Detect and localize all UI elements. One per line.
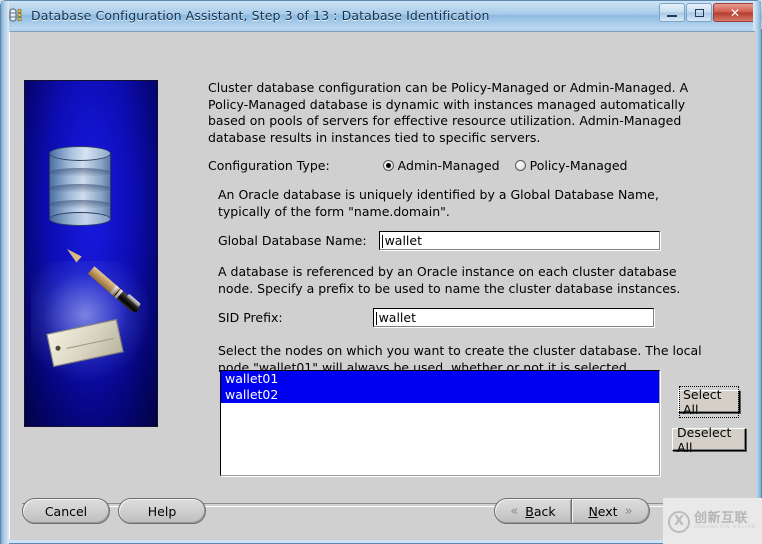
intro-paragraph: Cluster database configuration can be Po… — [208, 80, 689, 145]
list-item[interactable]: wallet01 — [221, 371, 659, 387]
minimize-icon — [667, 14, 677, 17]
application-window-screenshot: Database Configuration Assistant, Step 3… — [0, 0, 762, 544]
cylinder-top — [49, 146, 111, 161]
sid-prefix-label: SID Prefix: — [218, 310, 283, 325]
radio-admin-managed-icon[interactable] — [382, 160, 394, 171]
global-db-paragraph: An Oracle database is uniquely identifie… — [218, 187, 659, 219]
maximize-button[interactable] — [686, 3, 712, 22]
global-db-value: wallet — [384, 233, 422, 248]
window-frame-left — [1, 1, 9, 544]
select-all-button[interactable]: Select All — [678, 385, 740, 418]
global-db-label: Global Database Name: — [218, 233, 367, 248]
database-cylinder-graphic — [49, 146, 111, 226]
node-list[interactable]: wallet01 wallet02 — [220, 370, 660, 476]
navigation-buttons: « Back Next » — [494, 498, 650, 524]
dialog-client-area: Cluster database configuration can be Po… — [9, 31, 756, 540]
configuration-type-label: Configuration Type: — [208, 158, 330, 173]
text-caret — [375, 312, 377, 325]
database-icon — [9, 7, 25, 23]
radio-admin-managed-label: Admin-Managed — [397, 158, 500, 173]
chevron-left-icon: « — [510, 503, 519, 519]
watermark-en: CHUANGXIN HULIAN — [694, 524, 756, 530]
watermark-text: 创新互联 CHUANGXIN HULIAN — [694, 512, 756, 530]
help-button[interactable]: Help — [118, 498, 206, 524]
sid-prefix-input[interactable]: wallet — [372, 308, 654, 327]
back-label: Back — [525, 503, 556, 519]
global-db-input[interactable]: wallet — [378, 231, 660, 250]
close-button[interactable]: ✕ — [713, 3, 757, 22]
help-label: Help — [147, 503, 177, 519]
sid-paragraph: A database is referenced by an Oracle in… — [218, 264, 681, 296]
radio-policy-managed-label: Policy-Managed — [529, 158, 628, 173]
cancel-button[interactable]: Cancel — [22, 498, 110, 524]
window-title: Database Configuration Assistant, Step 3… — [31, 7, 490, 23]
watermark: X 创新互联 CHUANGXIN HULIAN — [663, 498, 762, 544]
watermark-logo-icon: X — [668, 510, 690, 533]
tag-line — [66, 337, 114, 349]
sid-prefix-row: SID Prefix: wallet — [218, 308, 708, 327]
cylinder-band-3 — [49, 200, 111, 209]
select-all-label: Select All — [679, 385, 739, 418]
cancel-label: Cancel — [44, 503, 88, 519]
minimize-button[interactable] — [659, 3, 685, 22]
glow-effect — [31, 261, 151, 381]
cylinder-band-1 — [49, 168, 111, 177]
cylinder-bottom — [49, 212, 111, 226]
configuration-type-row: Configuration Type: Admin-Managed Policy… — [208, 158, 708, 173]
text-caret — [381, 235, 383, 248]
deselect-all-button[interactable]: Deselect All — [672, 425, 746, 455]
next-label: Next — [588, 503, 618, 519]
main-content: Cluster database configuration can be Po… — [208, 80, 708, 376]
global-db-row: Global Database Name: wallet — [218, 231, 708, 250]
sid-prefix-value: wallet — [378, 310, 416, 325]
application-window: Database Configuration Assistant, Step 3… — [0, 0, 762, 544]
radio-policy-managed-icon[interactable] — [514, 160, 526, 171]
back-button[interactable]: « Back — [494, 498, 572, 524]
deselect-all-label: Deselect All — [677, 424, 732, 455]
radio-option-policy-managed[interactable]: Policy-Managed — [514, 158, 628, 173]
sidebar-illustration — [24, 80, 158, 427]
list-item[interactable]: wallet02 — [221, 387, 659, 403]
title-bar[interactable]: Database Configuration Assistant, Step 3… — [1, 1, 762, 29]
next-button[interactable]: Next » — [572, 498, 650, 524]
maximize-icon — [694, 8, 704, 17]
window-controls: ✕ — [659, 3, 757, 22]
cylinder-band-2 — [49, 184, 111, 193]
watermark-cn: 创新互联 — [694, 511, 749, 527]
chevron-right-icon: » — [624, 503, 633, 519]
radio-option-admin-managed[interactable]: Admin-Managed — [382, 158, 500, 173]
tag-hole — [55, 345, 61, 352]
